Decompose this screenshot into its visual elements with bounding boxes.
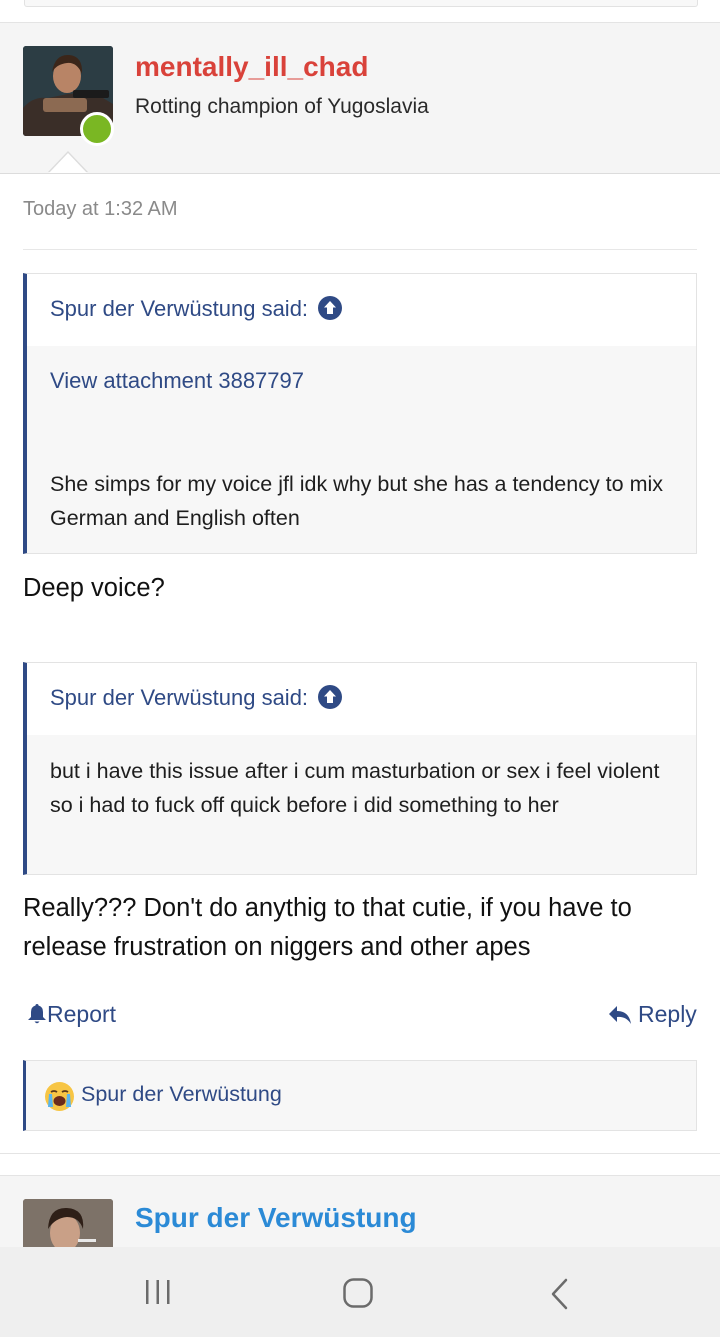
quote-block: Spur der Verwüstung said: but i have thi… bbox=[23, 662, 697, 875]
report-button[interactable]: Report bbox=[27, 1001, 116, 1028]
loudly-crying-face-icon bbox=[45, 1082, 74, 1111]
bell-icon bbox=[28, 1004, 46, 1024]
attachment-link[interactable]: View attachment 3887797 bbox=[50, 368, 304, 394]
quote-text: but i have this issue after i cum mastur… bbox=[50, 759, 660, 817]
reaction-user[interactable]: Spur der Verwüstung bbox=[81, 1082, 282, 1107]
quote-attribution[interactable]: Spur der Verwüstung said: bbox=[50, 296, 343, 322]
home-icon[interactable] bbox=[342, 1277, 374, 1314]
previous-post-border bbox=[24, 0, 698, 7]
arrow-up-circle-icon[interactable] bbox=[318, 685, 343, 709]
online-status-dot bbox=[80, 112, 114, 146]
post-user-header: mentally_ill_chad Rotting champion of Yu… bbox=[0, 22, 720, 174]
quote-attribution[interactable]: Spur der Verwüstung said: bbox=[50, 685, 343, 711]
reactions-bar[interactable]: Spur der Verwüstung bbox=[23, 1060, 697, 1131]
quote-block: Spur der Verwüstung said: View attachmen… bbox=[23, 273, 697, 554]
post-separator bbox=[0, 1153, 720, 1176]
recent-apps-icon[interactable] bbox=[143, 1277, 173, 1312]
reply-arrow-icon bbox=[609, 1006, 631, 1024]
quote-author-label[interactable]: Spur der Verwüstung said: bbox=[50, 296, 308, 321]
reply-text: Really??? Don't do anythig to that cutie… bbox=[23, 894, 632, 961]
message-pointer-fill bbox=[49, 153, 87, 173]
arrow-up-circle-icon[interactable] bbox=[318, 296, 343, 320]
next-post-user-header: Spur der Verwüstung bbox=[0, 1175, 720, 1259]
quote-text: She simps for my voice jfl idk why but s… bbox=[50, 472, 664, 530]
reply-button[interactable]: Reply bbox=[608, 1001, 697, 1028]
reply-text: Deep voice? bbox=[23, 574, 165, 602]
user-title: Rotting champion of Yugoslavia bbox=[135, 95, 429, 118]
quote-header: Spur der Verwüstung said: bbox=[27, 274, 696, 346]
divider bbox=[23, 249, 697, 250]
back-icon[interactable] bbox=[548, 1277, 572, 1316]
previous-post-edge bbox=[0, 0, 720, 22]
report-label[interactable]: Report bbox=[47, 1001, 116, 1027]
quote-header: Spur der Verwüstung said: bbox=[27, 663, 696, 735]
quote-author-label[interactable]: Spur der Verwüstung said: bbox=[50, 685, 308, 710]
post-timestamp[interactable]: Today at 1:32 AM bbox=[23, 198, 178, 221]
post-username[interactable]: mentally_ill_chad bbox=[135, 51, 368, 83]
next-post-username[interactable]: Spur der Verwüstung bbox=[135, 1202, 417, 1234]
system-navigation-bar bbox=[0, 1247, 720, 1337]
reply-label[interactable]: Reply bbox=[638, 1001, 697, 1027]
